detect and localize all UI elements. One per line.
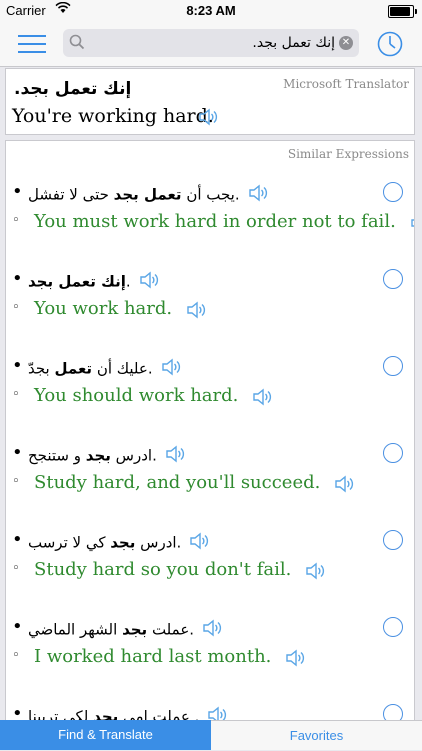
speaker-icon[interactable] [202, 619, 224, 642]
hamburger-icon[interactable] [18, 33, 46, 55]
arabic-phrase: إنك تعمل بجد. [28, 270, 161, 294]
arabic-phrase: عملت بجد الشهر الماضي. [28, 618, 224, 642]
bullet: • [12, 181, 23, 202]
bullet-hollow: ◦ [12, 387, 20, 402]
speaker-icon[interactable] [334, 474, 356, 498]
arabic-phrase-highlight: إنك تعمل بجد [28, 272, 126, 291]
speaker-icon[interactable] [139, 271, 161, 294]
arabic-phrase: ادرس بجد و ستنجح. [28, 444, 187, 468]
arabic-phrase: عليك أن تعمل بجدّ. [28, 357, 183, 381]
speaker-icon[interactable] [285, 648, 307, 672]
expression-item: • عليك أن تعمل بجدّ. ◦ You should work hard… [6, 351, 414, 437]
expression-item: • ادرس بجد كي لا ترسب. ◦ Study hard so you … [6, 525, 414, 611]
arabic-phrase-highlight: تعمل [54, 359, 93, 378]
translation-text: You're working hard. [12, 105, 214, 127]
search-bar: ✕ [63, 29, 359, 57]
tab-find-translate[interactable]: Find & Translate [0, 720, 211, 750]
provider-label: Microsoft Translator [283, 77, 409, 91]
speaker-icon[interactable] [161, 358, 183, 381]
speaker-icon[interactable] [252, 387, 274, 411]
arabic-phrase-highlight: بجد [85, 446, 111, 465]
select-radio[interactable] [383, 617, 403, 637]
speaker-icon[interactable] [248, 184, 270, 207]
status-time: 8:23 AM [186, 3, 236, 18]
expression-item: • إنك تعمل بجد. ◦ You work hard. [6, 264, 414, 350]
speaker-icon[interactable] [305, 561, 327, 585]
select-radio[interactable] [383, 443, 403, 463]
expression-item: • عملت بجد الشهر الماضي. ◦ I worked hard la… [6, 612, 414, 698]
select-radio[interactable] [383, 269, 403, 289]
speaker-icon[interactable] [198, 107, 220, 131]
speaker-icon[interactable] [189, 532, 211, 555]
nav-bar: ✕ [0, 22, 422, 67]
speaker-icon[interactable] [410, 213, 414, 237]
speaker-icon[interactable] [165, 445, 187, 468]
english-translation: You must work hard in order not to fail. [34, 211, 396, 232]
search-input[interactable] [89, 29, 339, 57]
battery-icon [388, 5, 417, 18]
arabic-phrase-highlight: تعمل بجد [113, 185, 182, 204]
arabic-phrase-pre: ادرس [135, 533, 177, 552]
arabic-phrase-highlight: بجد [110, 533, 136, 552]
english-translation: I worked hard last month. [34, 646, 272, 667]
arabic-phrase: ادرس بجد كي لا ترسب. [28, 531, 211, 555]
tab-favorites[interactable]: Favorites [211, 720, 422, 750]
english-translation: You work hard. [34, 298, 173, 319]
bullet-hollow: ◦ [12, 474, 20, 489]
arabic-phrase-highlight: بجد [122, 620, 148, 639]
bullet: • [12, 529, 23, 550]
similar-expressions-card: Similar Expressions • يجب أن تعمل بجد حتى… [5, 140, 415, 740]
select-radio[interactable] [383, 530, 403, 550]
arabic-phrase-pre: عملت [147, 620, 190, 639]
magnifier-icon [69, 34, 85, 54]
bullet: • [12, 442, 23, 463]
arabic-phrase-pre: يجب أن [181, 185, 235, 204]
arabic-phrase-post: . [125, 272, 131, 291]
arabic-phrase: يجب أن تعمل بجد حتى لا تفشل. [28, 183, 270, 207]
english-translation: You should work hard. [34, 385, 239, 406]
similar-expressions-title: Similar Expressions [287, 147, 409, 161]
expression-item: • ادرس بجد و ستنجح. ◦ Study hard, and you'l… [6, 438, 414, 524]
clock-icon[interactable] [376, 30, 404, 62]
select-radio[interactable] [383, 356, 403, 376]
clear-icon[interactable]: ✕ [339, 36, 353, 50]
english-translation: Study hard, and you'll succeed. [34, 472, 321, 493]
english-translation: Study hard so you don't fail. [34, 559, 292, 580]
bullet: • [12, 616, 23, 637]
bullet: • [12, 355, 23, 376]
bullet-hollow: ◦ [12, 561, 20, 576]
arabic-phrase-pre: ادرس [110, 446, 153, 465]
bullet-hollow: ◦ [12, 213, 20, 228]
tab-bar: Find & Translate Favorites [0, 720, 422, 750]
speaker-icon[interactable] [186, 300, 208, 324]
expression-item: • يجب أن تعمل بجد حتى لا تفشل. ◦ You must w… [6, 177, 414, 263]
select-radio[interactable] [383, 182, 403, 202]
bullet-hollow: ◦ [12, 300, 20, 315]
bullet-hollow: ◦ [12, 648, 20, 663]
source-phrase: .إنك تعمل بجد [14, 79, 132, 99]
arabic-phrase-pre: عليك أن [92, 359, 148, 378]
main-translation-card: Microsoft Translator .إنك تعمل بجد You'r… [5, 68, 415, 135]
status-bar: Carrier 8:23 AM [0, 0, 422, 22]
bullet: • [12, 268, 23, 289]
